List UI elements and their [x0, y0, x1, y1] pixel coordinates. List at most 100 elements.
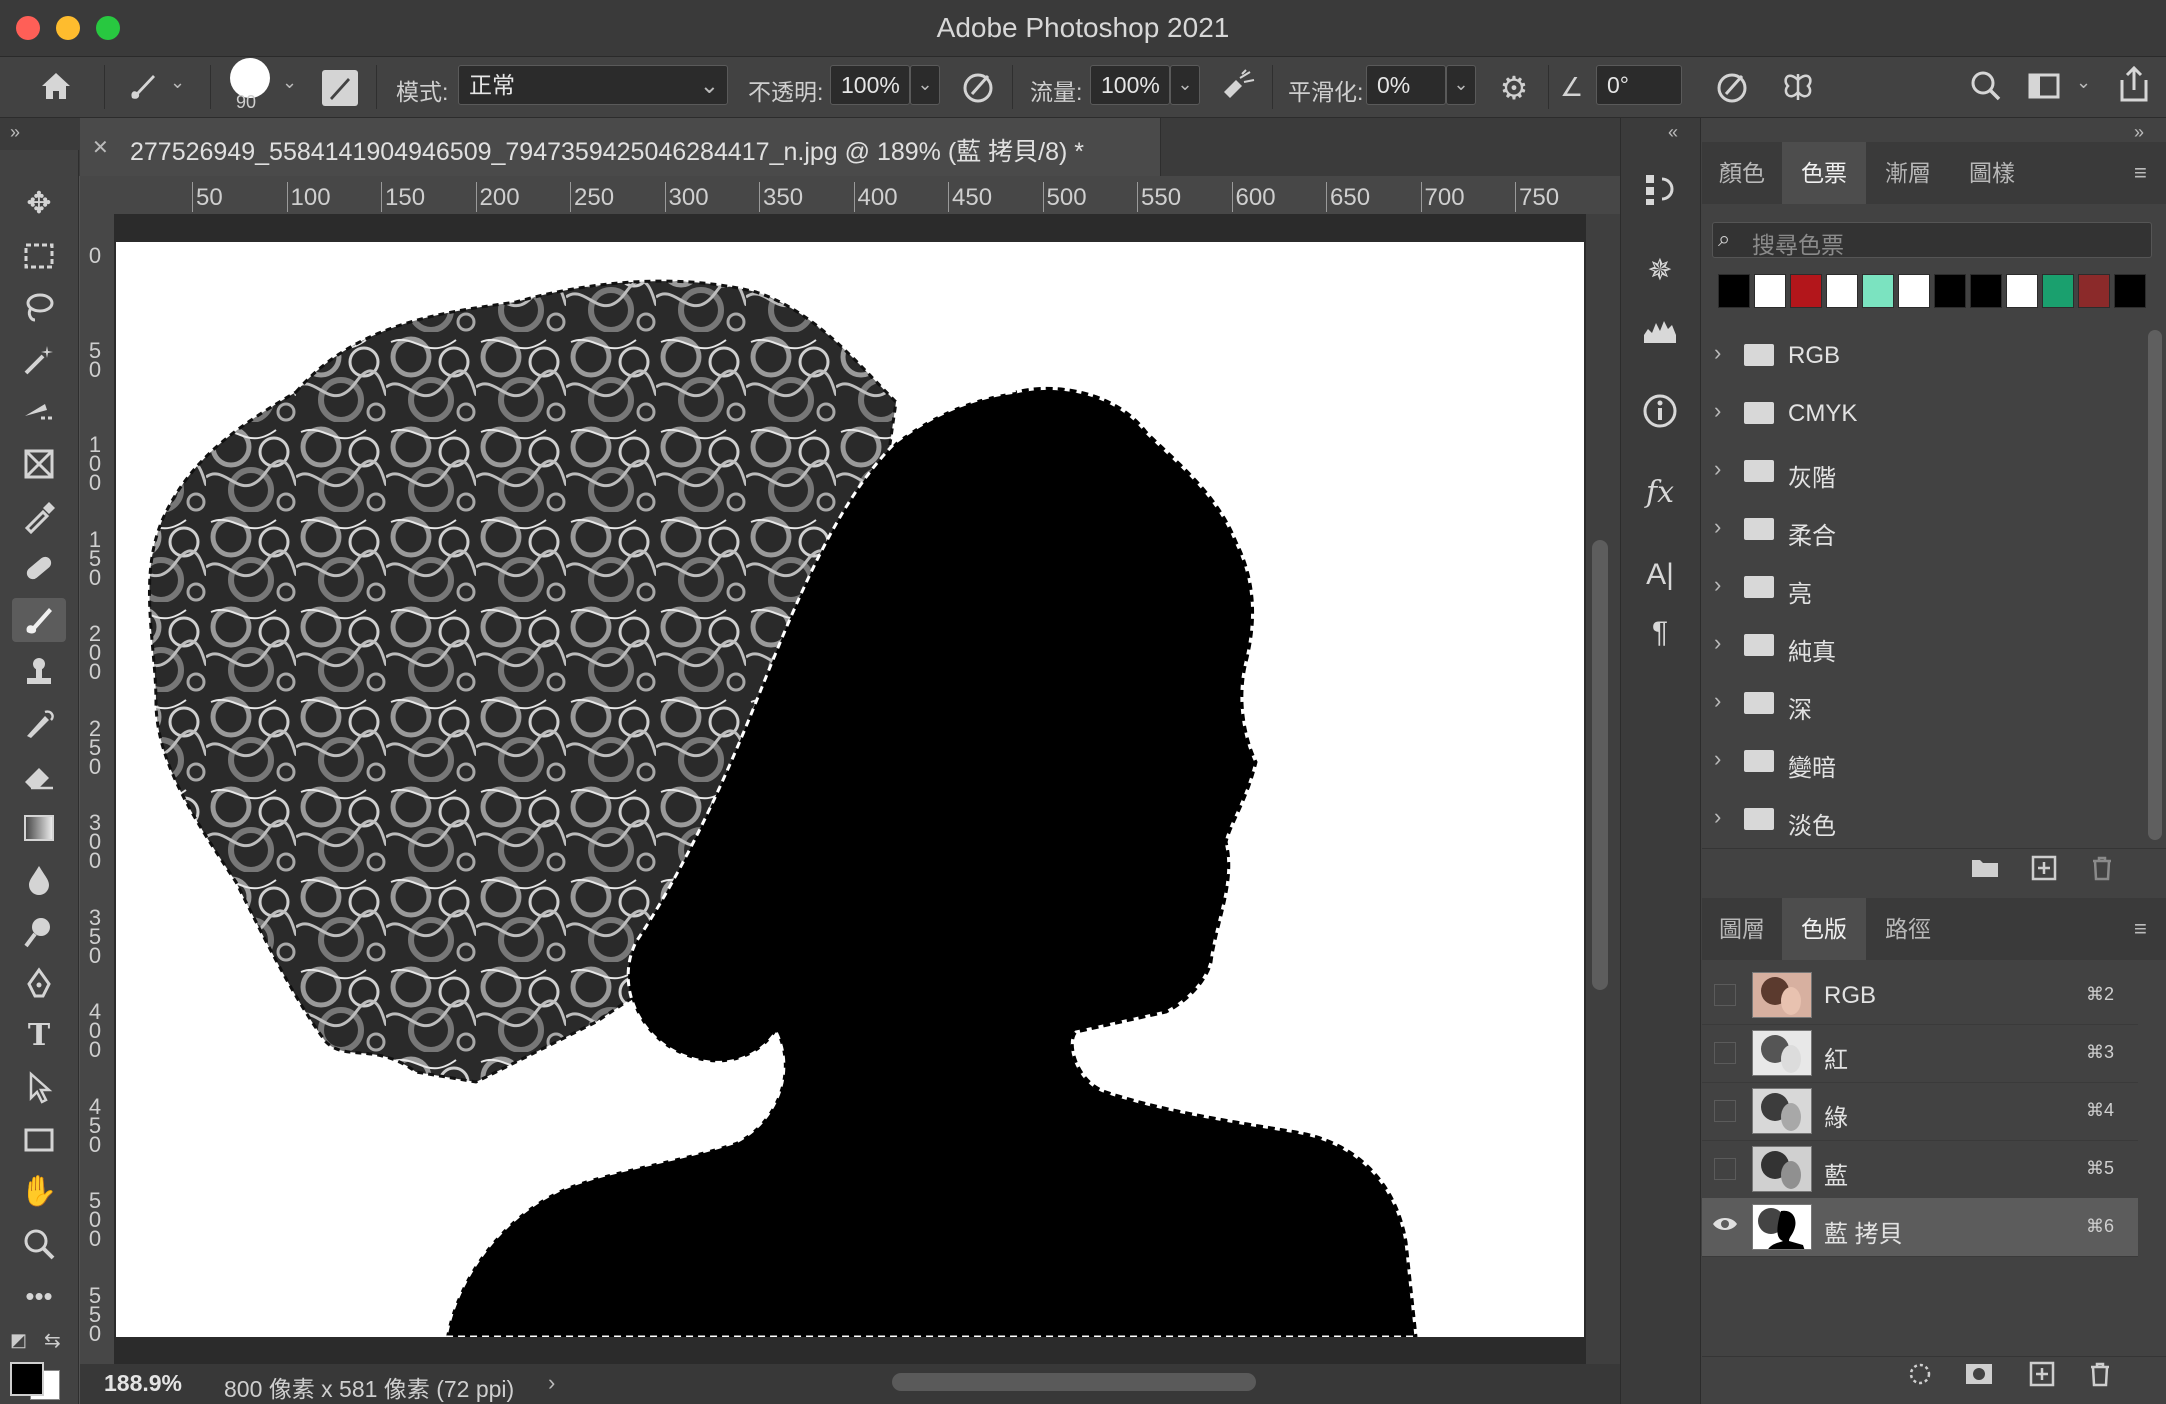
- color-swatch[interactable]: [1898, 274, 1930, 308]
- navigator-compass-icon[interactable]: ✵: [1628, 246, 1692, 296]
- smoothing-input[interactable]: 0%: [1366, 65, 1446, 105]
- swatch-group-rgb[interactable]: [1710, 326, 2150, 384]
- close-icon[interactable]: ✕: [92, 135, 109, 160]
- color-swatch[interactable]: [2078, 274, 2110, 308]
- visibility-toggle[interactable]: [1714, 984, 1736, 1006]
- trash-icon[interactable]: [2086, 1360, 2114, 1395]
- pressure-size-icon[interactable]: [1710, 66, 1754, 110]
- collapse-dock-icon[interactable]: «: [1668, 122, 1678, 143]
- default-colors-icon[interactable]: ◩: [10, 1330, 27, 1351]
- tab-paths[interactable]: 路徑: [1866, 898, 1950, 960]
- hand-tool-icon[interactable]: ✋: [12, 1170, 66, 1214]
- swatch-group-light[interactable]: [1710, 558, 2150, 616]
- swatch-group-darker[interactable]: [1710, 732, 2150, 790]
- chevron-down-icon[interactable]: ⌄: [2076, 72, 2091, 93]
- trash-icon[interactable]: [2088, 854, 2116, 889]
- load-selection-icon[interactable]: [1906, 1360, 1934, 1395]
- brush-settings-icon[interactable]: [322, 70, 358, 106]
- tab-layers[interactable]: 圖層: [1702, 898, 1782, 960]
- flow-input[interactable]: 100%: [1090, 65, 1170, 105]
- document-canvas[interactable]: [116, 242, 1584, 1337]
- vertical-scrollbar-thumb[interactable]: [1592, 540, 1608, 990]
- healing-brush-tool-icon[interactable]: [12, 546, 66, 590]
- color-swatch[interactable]: [1754, 274, 1786, 308]
- new-group-folder-icon[interactable]: [1970, 854, 2000, 887]
- swatch-group-pastel[interactable]: [1710, 500, 2150, 558]
- swatch-group-grayscale[interactable]: [1710, 442, 2150, 500]
- search-icon[interactable]: [1964, 66, 2008, 110]
- angle-input[interactable]: 0°: [1596, 65, 1682, 105]
- histogram-icon[interactable]: [1628, 304, 1692, 354]
- rectangle-tool-icon[interactable]: [12, 1118, 66, 1162]
- document-tab-title[interactable]: 277526949_5584141904946509_7947359425046…: [130, 132, 1084, 168]
- history-brush-tool-icon[interactable]: [12, 702, 66, 746]
- swatch-group-cmyk[interactable]: [1710, 384, 2150, 442]
- chevron-down-icon[interactable]: ⌄: [170, 72, 185, 93]
- brush-tool-preset-icon[interactable]: [120, 66, 164, 110]
- frame-tool-icon[interactable]: [12, 442, 66, 486]
- info-icon[interactable]: [1628, 386, 1692, 436]
- pen-tool-icon[interactable]: [12, 962, 66, 1006]
- share-icon[interactable]: [2112, 62, 2156, 110]
- new-swatch-icon[interactable]: [2030, 854, 2058, 889]
- marquee-tool-icon[interactable]: [12, 234, 66, 278]
- object-selection-tool-icon[interactable]: [12, 390, 66, 434]
- color-swatch[interactable]: [2042, 274, 2074, 308]
- swatch-group-pale[interactable]: [1710, 790, 2150, 848]
- mode-select[interactable]: 正常 ⌄: [458, 65, 728, 105]
- home-icon[interactable]: [30, 66, 82, 110]
- color-swatch[interactable]: [1862, 274, 1894, 308]
- flow-dropdown[interactable]: ⌄: [1170, 65, 1200, 105]
- panel-menu-icon[interactable]: ≡: [2134, 916, 2147, 942]
- tab-channels[interactable]: 色版: [1782, 898, 1866, 960]
- horizontal-scrollbar-thumb[interactable]: [892, 1373, 1256, 1391]
- swatch-group-dark[interactable]: [1710, 674, 2150, 732]
- paragraph-icon[interactable]: ¶: [1628, 608, 1692, 658]
- color-swatch[interactable]: [2006, 274, 2038, 308]
- visibility-toggle[interactable]: [1714, 1158, 1736, 1180]
- tab-swatches[interactable]: 色票: [1782, 142, 1866, 204]
- tab-gradients[interactable]: 漸層: [1866, 142, 1950, 204]
- magic-wand-tool-icon[interactable]: [12, 338, 66, 382]
- path-selection-tool-icon[interactable]: [12, 1066, 66, 1110]
- gradient-tool-icon[interactable]: [12, 806, 66, 850]
- eraser-tool-icon[interactable]: [12, 754, 66, 798]
- color-swatch[interactable]: [1790, 274, 1822, 308]
- color-swatch[interactable]: [2114, 274, 2146, 308]
- color-swatch[interactable]: [1970, 274, 2002, 308]
- eyedropper-tool-icon[interactable]: [12, 494, 66, 538]
- more-tools-icon[interactable]: •••: [12, 1274, 66, 1318]
- opacity-input[interactable]: 100%: [830, 65, 910, 105]
- visibility-toggle[interactable]: [1714, 1042, 1736, 1064]
- character-icon[interactable]: A|: [1628, 550, 1692, 600]
- color-swatch[interactable]: [1826, 274, 1858, 308]
- swatches-scrollbar-thumb[interactable]: [2148, 330, 2162, 840]
- eye-icon[interactable]: [1712, 1214, 1738, 1240]
- gear-icon[interactable]: ⚙: [1492, 66, 1536, 110]
- chevron-right-icon[interactable]: ›: [548, 1370, 555, 1396]
- tab-patterns[interactable]: 圖樣: [1950, 142, 2034, 204]
- zoom-level[interactable]: 188.9%: [104, 1370, 182, 1397]
- type-tool-icon[interactable]: T: [12, 1014, 66, 1058]
- styles-fx-icon[interactable]: fx: [1628, 468, 1692, 518]
- brush-tool-icon[interactable]: [12, 598, 66, 642]
- move-tool-icon[interactable]: ✥: [12, 182, 66, 226]
- tab-color[interactable]: 顏色: [1702, 142, 1782, 204]
- workspace-icon[interactable]: [2022, 66, 2066, 110]
- save-selection-mask-icon[interactable]: [1964, 1360, 1994, 1395]
- swap-colors-icon[interactable]: ⇆: [44, 1328, 61, 1353]
- pressure-opacity-icon[interactable]: [956, 66, 1000, 110]
- color-swatch[interactable]: [1934, 274, 1966, 308]
- visibility-toggle[interactable]: [1714, 1100, 1736, 1122]
- airbrush-icon[interactable]: [1216, 66, 1260, 110]
- history-icon[interactable]: [1628, 164, 1692, 214]
- smoothing-dropdown[interactable]: ⌄: [1446, 65, 1476, 105]
- dodge-tool-icon[interactable]: [12, 910, 66, 954]
- expand-panels-icon[interactable]: »: [2134, 122, 2144, 143]
- blur-tool-icon[interactable]: [12, 858, 66, 902]
- collapse-toolbar-icon[interactable]: »: [10, 122, 20, 143]
- zoom-tool-icon[interactable]: [12, 1222, 66, 1266]
- foreground-color-swatch[interactable]: [10, 1362, 44, 1396]
- opacity-dropdown[interactable]: ⌄: [910, 65, 940, 105]
- chevron-down-icon[interactable]: ⌄: [282, 72, 297, 93]
